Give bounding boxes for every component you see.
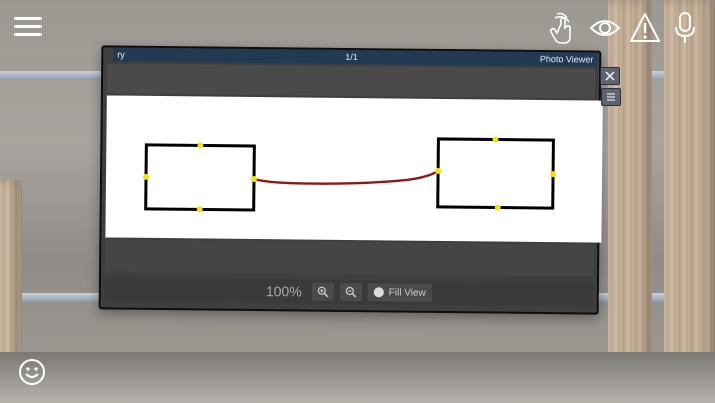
zoom-in-icon xyxy=(317,286,329,298)
fill-view-label: Fill View xyxy=(388,286,426,299)
anchor-point xyxy=(196,206,203,213)
window-title: ry xyxy=(117,49,125,60)
list-menu-icon xyxy=(607,93,615,101)
fill-view-button[interactable]: Fill View xyxy=(367,283,432,302)
touch-hand-icon[interactable] xyxy=(549,10,581,46)
diagram-connector xyxy=(253,169,439,185)
zoom-level: 100% xyxy=(265,283,302,300)
menu-line xyxy=(14,17,42,20)
fill-view-dot-icon xyxy=(373,287,384,298)
smiley-icon xyxy=(19,359,45,385)
diagram-node xyxy=(144,143,256,212)
wooden-beam xyxy=(608,0,652,403)
anchor-point xyxy=(197,142,204,149)
diagram-image xyxy=(105,95,603,243)
app-title: Photo Viewer xyxy=(539,53,594,65)
close-icon xyxy=(605,71,615,81)
viewer-toolbar: 100% Fill View xyxy=(104,277,593,307)
floor xyxy=(0,352,715,403)
menu-line xyxy=(14,25,42,28)
diagram-node xyxy=(436,137,555,210)
viewer-top-band xyxy=(106,63,596,99)
anchor-point xyxy=(494,204,501,211)
photo-viewer-panel[interactable]: ry 1/1 Photo Viewer 100% Fill View xyxy=(98,45,603,315)
menu-line xyxy=(14,33,42,36)
zoom-out-icon xyxy=(345,286,357,298)
anchor-point xyxy=(143,173,150,180)
top-toolbar xyxy=(549,10,701,46)
page-indicator: 1/1 xyxy=(345,51,358,63)
list-menu-button[interactable] xyxy=(601,88,621,106)
close-button[interactable] xyxy=(600,67,620,85)
emoji-button[interactable] xyxy=(18,358,46,386)
anchor-point xyxy=(492,136,499,143)
hamburger-menu-button[interactable] xyxy=(14,15,42,37)
wooden-beam xyxy=(664,0,715,403)
zoom-out-button[interactable] xyxy=(339,282,362,302)
viewer-bottom-band xyxy=(105,239,594,277)
zoom-in-button[interactable] xyxy=(311,282,334,301)
anchor-point xyxy=(251,175,258,182)
eye-icon[interactable] xyxy=(589,10,621,46)
anchor-point xyxy=(550,171,557,178)
microphone-icon[interactable] xyxy=(669,10,701,46)
warning-icon[interactable] xyxy=(629,10,661,46)
